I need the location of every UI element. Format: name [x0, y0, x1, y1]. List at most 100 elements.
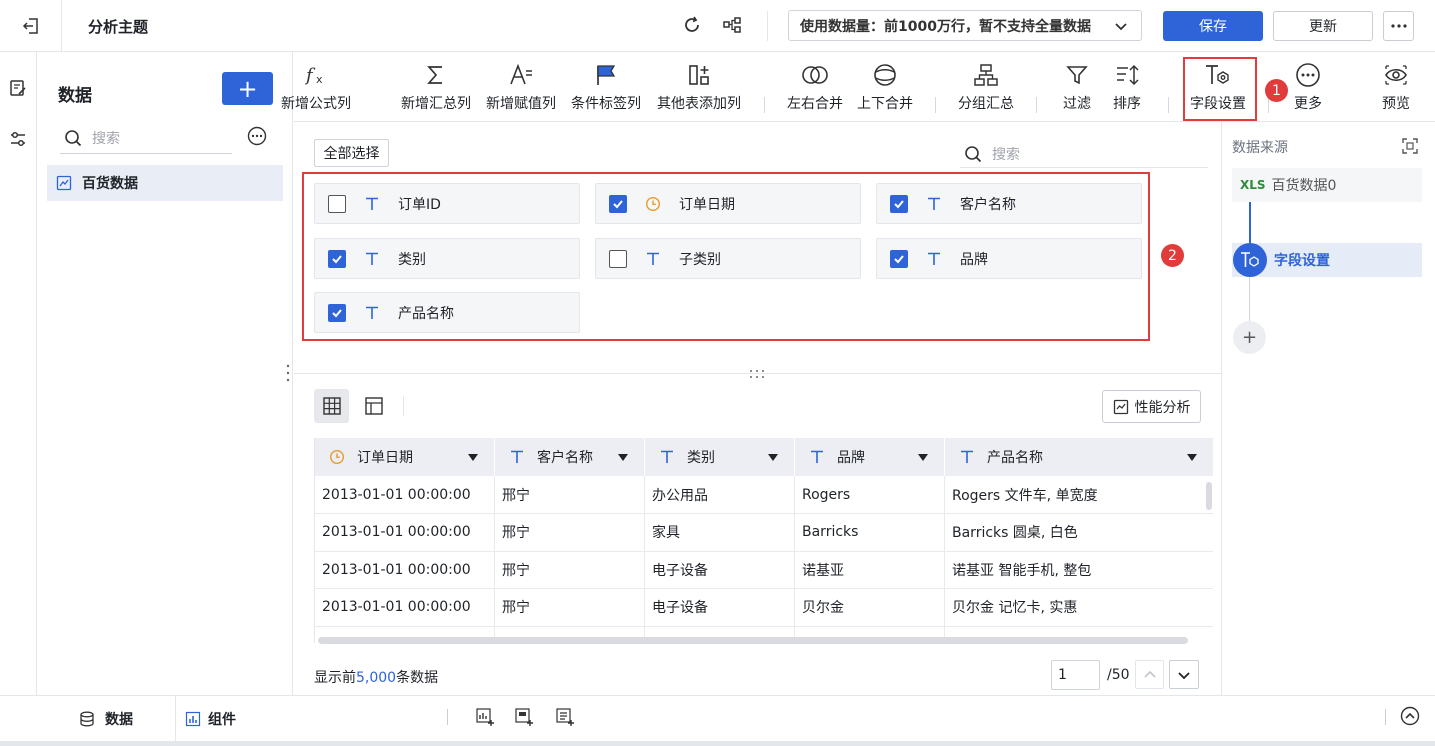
source-step[interactable]: XLS 百货数据0: [1232, 168, 1422, 202]
column-header[interactable]: 订单日期: [315, 438, 495, 476]
divider: [1168, 97, 1169, 113]
tab-component-label: 组件: [208, 711, 236, 728]
field-item[interactable]: 订单日期: [595, 183, 861, 224]
table-cell: 贝尔金: [795, 588, 945, 626]
column-header[interactable]: 客户名称: [495, 438, 645, 476]
bottom-bar: 数据 组件: [0, 695, 1435, 746]
table-cell: 邢宁: [495, 513, 645, 551]
divider: [175, 696, 176, 741]
add-step-button[interactable]: +: [1233, 321, 1266, 354]
field-item[interactable]: 类别: [314, 238, 580, 279]
data-search-input[interactable]: 搜索: [60, 122, 232, 154]
table-header: 订单日期 客户名称 类别 品牌 产品名称: [315, 438, 1213, 476]
field-settings-step[interactable]: 字段设置: [1232, 243, 1422, 277]
sort-caret-icon[interactable]: [618, 454, 628, 461]
group-summary-button[interactable]: 分组汇总: [946, 60, 1026, 113]
performance-analysis-button[interactable]: 性能分析: [1102, 390, 1201, 423]
pivot-view-button[interactable]: [356, 389, 391, 423]
step-badge-2: 2: [1161, 244, 1184, 267]
sort-caret-icon[interactable]: [468, 454, 478, 461]
lineage-icon[interactable]: [720, 13, 744, 37]
collapse-up-icon[interactable]: [1400, 706, 1420, 730]
bottom-edge: [0, 741, 1435, 746]
field-checkbox[interactable]: [890, 249, 908, 268]
column-name: 客户名称: [537, 450, 593, 466]
table-cell: 2013-01-01 00:00:00: [315, 513, 495, 551]
toolbar: fx 新增公式列 新增汇总列 新增赋值列 条件标签列 其他表添加列 左右合并 上…: [281, 52, 1435, 122]
field-checkbox[interactable]: [328, 249, 346, 268]
field-name: 客户名称: [960, 196, 1016, 213]
more-icon[interactable]: [247, 126, 267, 150]
add-text-component-icon[interactable]: [555, 707, 575, 731]
condition-tag-column-button[interactable]: 条件标签列: [566, 60, 646, 113]
merge-up-down-button[interactable]: 上下合并: [845, 60, 925, 113]
field-checkbox[interactable]: [609, 194, 627, 213]
sort-caret-icon[interactable]: [1187, 454, 1197, 461]
page-down-button[interactable]: [1169, 660, 1199, 689]
sort-caret-icon[interactable]: [768, 454, 778, 461]
column-name: 产品名称: [987, 450, 1043, 466]
add-summary-column-button[interactable]: 新增汇总列: [396, 60, 476, 113]
top-bar: 分析主题 使用数据量：前1000万行，暂不支持全量数据 保存 更新: [0, 0, 1435, 52]
grid-view-button[interactable]: [314, 389, 349, 423]
update-button[interactable]: 更新: [1273, 11, 1373, 41]
exit-icon[interactable]: [14, 14, 48, 38]
panel-resize-handle[interactable]: [285, 363, 291, 383]
xls-icon: XLS: [1240, 178, 1266, 192]
add-data-button[interactable]: +: [222, 72, 273, 105]
row-count-suffix: 条数据: [396, 670, 439, 686]
page-number-input[interactable]: 1: [1051, 660, 1100, 690]
table-cell: 2013-01-01 00:00:00: [315, 476, 495, 513]
field-item[interactable]: 产品名称: [314, 292, 580, 333]
save-button[interactable]: 保存: [1163, 11, 1263, 41]
select-all-button[interactable]: 全部选择: [314, 139, 389, 167]
expand-icon[interactable]: [1401, 137, 1419, 159]
field-item[interactable]: 客户名称: [876, 183, 1142, 224]
dataset-icon[interactable]: [9, 79, 27, 101]
add-assign-column-button[interactable]: 新增赋值列: [481, 60, 561, 113]
column-header[interactable]: 产品名称: [945, 438, 1213, 476]
field-checkbox[interactable]: [890, 194, 908, 213]
column-header[interactable]: 类别: [645, 438, 795, 476]
field-item[interactable]: 订单ID: [314, 183, 580, 224]
sort-caret-icon[interactable]: [918, 454, 928, 461]
field-search-input[interactable]: 搜索: [960, 140, 1208, 168]
data-table: 订单日期 客户名称 类别 品牌 产品名称 2013-01-01 00:00:00 邢宁 办公…: [314, 438, 1213, 643]
group-icon: [973, 60, 999, 90]
table-cell: Rogers 文件车, 单宽度: [945, 476, 1213, 513]
field-checkbox[interactable]: [328, 303, 346, 322]
add-chart-icon[interactable]: [475, 707, 495, 731]
assign-icon: [508, 60, 534, 90]
field-item[interactable]: 品牌: [876, 238, 1142, 279]
field-checkbox[interactable]: [328, 194, 346, 213]
sort-button[interactable]: 排序: [1087, 60, 1167, 113]
refresh-icon[interactable]: [680, 13, 704, 37]
field-item[interactable]: 子类别: [595, 238, 861, 279]
merge-left-right-button[interactable]: 左右合并: [775, 60, 855, 113]
split-resize-handle[interactable]: [748, 367, 766, 383]
tab-component[interactable]: 组件: [185, 696, 265, 741]
preview-button[interactable]: 预览: [1356, 60, 1435, 113]
tab-data[interactable]: 数据: [37, 696, 175, 741]
add-formula-column-button[interactable]: fx 新增公式列: [276, 60, 356, 113]
field-checkbox[interactable]: [609, 249, 627, 268]
vertical-scrollbar[interactable]: [1206, 482, 1212, 510]
horizontal-scrollbar[interactable]: [318, 637, 1188, 644]
settings-sliders-icon[interactable]: [9, 130, 27, 152]
column-header[interactable]: 品牌: [795, 438, 945, 476]
column-name: 类别: [687, 450, 715, 466]
more-options-button[interactable]: [1383, 11, 1414, 41]
table-row: 2013-01-01 00:00:00 邢宁 家具 Barricks Barricks …: [315, 513, 1213, 552]
tool-label: 新增公式列: [281, 96, 351, 112]
bar-chart-icon: [185, 711, 201, 727]
step-connector: [1249, 202, 1251, 244]
data-list-item[interactable]: 百货数据: [47, 165, 283, 201]
add-column-from-other-table-button[interactable]: 其他表添加列: [657, 60, 741, 113]
text-type-icon: [643, 251, 663, 267]
data-volume-select[interactable]: 使用数据量：前1000万行，暂不支持全量数据: [788, 10, 1142, 41]
page-up-button[interactable]: [1135, 660, 1164, 689]
column-name: 订单日期: [357, 450, 413, 466]
text-type-icon: [362, 196, 382, 212]
grid-icon: [322, 396, 342, 416]
add-filter-component-icon[interactable]: [514, 707, 534, 731]
